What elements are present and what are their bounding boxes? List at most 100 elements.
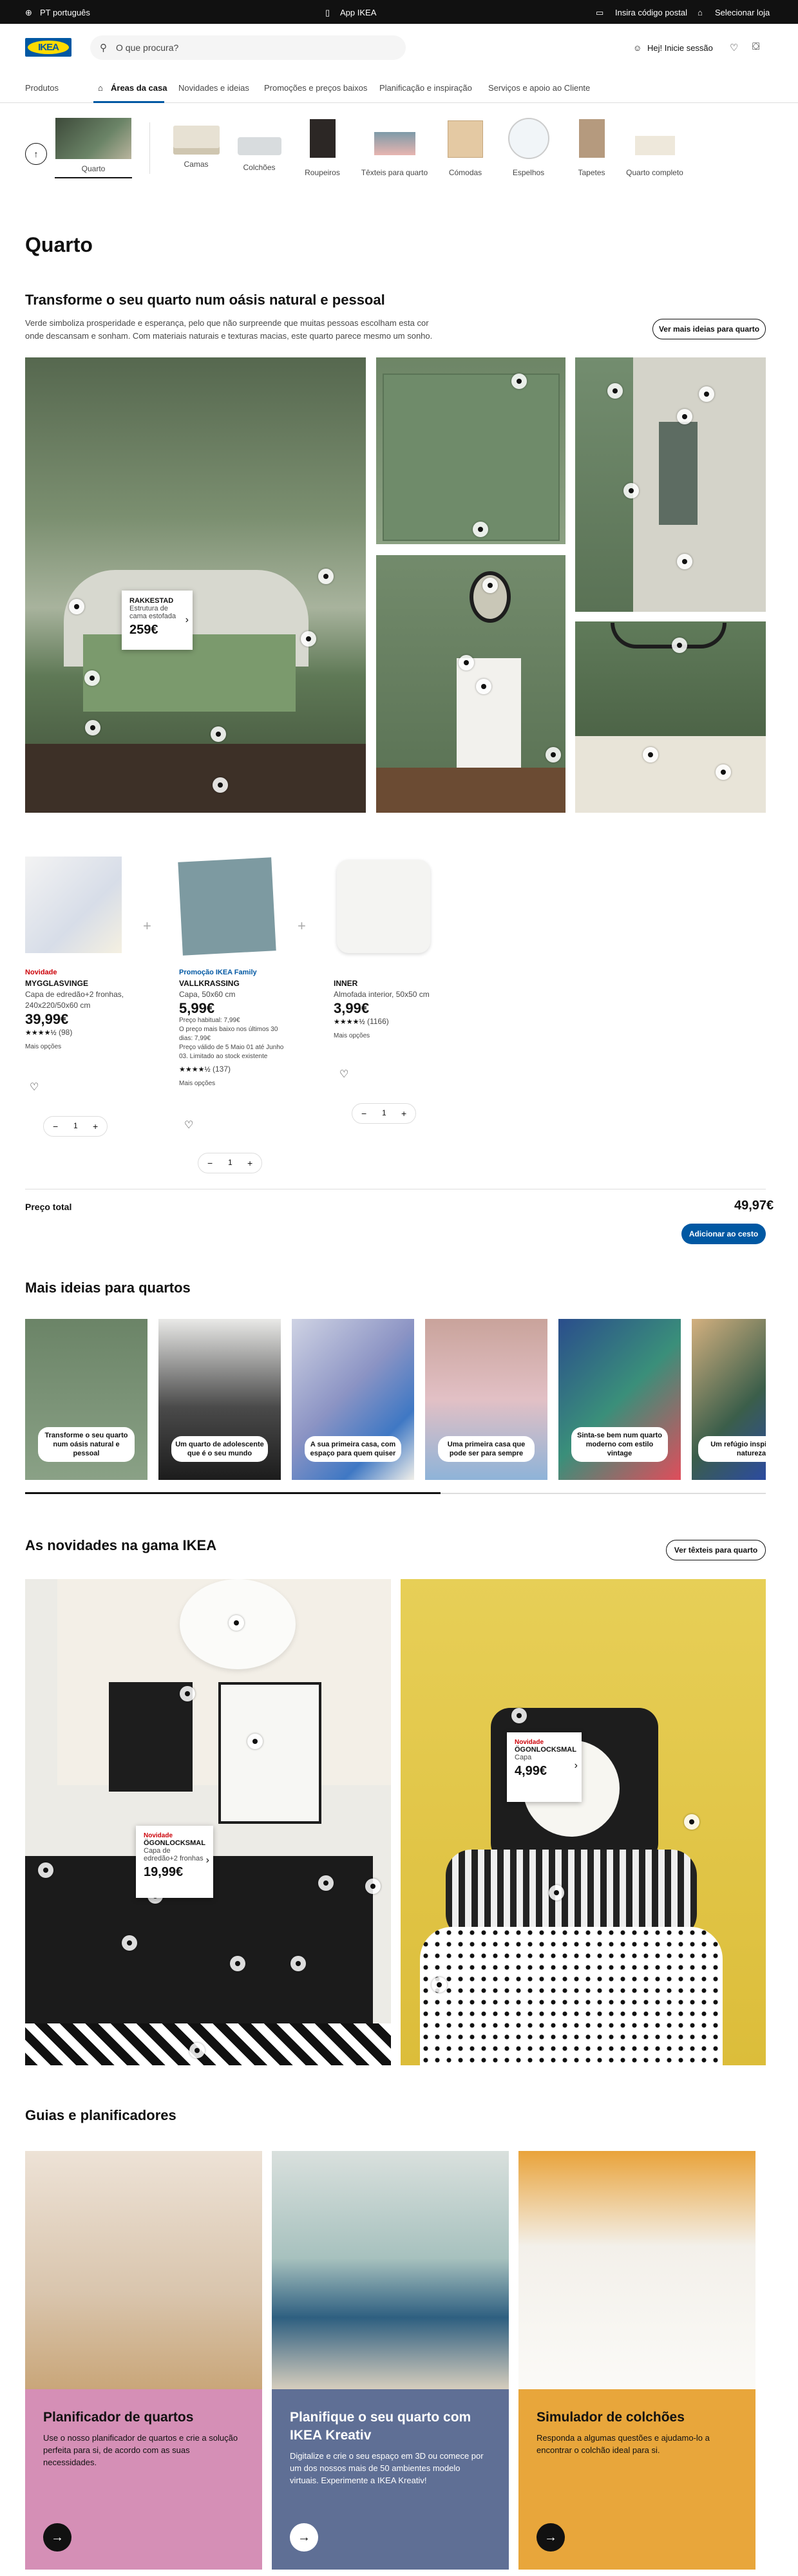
- hotspot[interactable]: [318, 569, 334, 584]
- category-colchoes[interactable]: Colchões: [225, 118, 293, 172]
- hotspot[interactable]: [229, 1615, 244, 1631]
- hotspot[interactable]: [365, 1879, 381, 1894]
- quantity-stepper[interactable]: −1 +: [352, 1103, 416, 1124]
- category-quarto-completo[interactable]: Quarto completo: [621, 118, 689, 177]
- category-quarto[interactable]: Quarto: [55, 118, 132, 178]
- tab-novidades[interactable]: Novidades e ideias: [178, 83, 249, 93]
- hotspot[interactable]: [643, 747, 658, 762]
- minus-icon[interactable]: −: [361, 1108, 366, 1119]
- idea-card[interactable]: Um refúgio inspirado na natureza: [692, 1319, 766, 1480]
- idea-card[interactable]: Um quarto de adolescente que é o seu mun…: [158, 1319, 281, 1480]
- tab-areas-da-casa[interactable]: Áreas da casa: [111, 83, 167, 93]
- plus-icon[interactable]: +: [247, 1158, 252, 1168]
- idea-card[interactable]: A sua primeira casa, com espaço para que…: [292, 1319, 414, 1480]
- heart-icon[interactable]: ♡: [730, 42, 738, 53]
- hotspot[interactable]: [189, 2043, 205, 2058]
- add-to-cart-button[interactable]: Adicionar ao cesto: [681, 1224, 766, 1244]
- tab-promocoes[interactable]: Promoções e preços baixos: [264, 83, 367, 93]
- arrow-up-icon[interactable]: ↑: [25, 143, 47, 165]
- idea-card[interactable]: Uma primeira casa que pode ser para semp…: [425, 1319, 547, 1480]
- hotspot[interactable]: [684, 1814, 699, 1830]
- login-link[interactable]: Hej! Inicie sessão: [647, 43, 713, 53]
- search-input[interactable]: ⚲ O que procura?: [90, 35, 406, 60]
- product-image-inner[interactable]: [337, 860, 430, 953]
- hotspot[interactable]: [473, 522, 488, 537]
- hotspot[interactable]: [511, 1708, 527, 1723]
- product-tag-rakkestad[interactable]: RAKKESTAD Estrutura de cama estofada 259…: [122, 591, 193, 650]
- hotspot[interactable]: [549, 1885, 564, 1900]
- guide-card-bedroom-planner[interactable]: Planificador de quartos Use o nosso plani…: [25, 2151, 262, 2570]
- hotspot[interactable]: [482, 578, 498, 593]
- favourite-heart-icon[interactable]: ♡: [339, 1068, 348, 1081]
- tab-planificacao[interactable]: Planificação e inspiração: [379, 83, 472, 93]
- country-code[interactable]: PT: [40, 8, 51, 17]
- favourite-heart-icon[interactable]: ♡: [30, 1081, 39, 1094]
- category-camas[interactable]: Camas: [162, 118, 230, 169]
- product-image-vallkrassing[interactable]: [178, 857, 276, 956]
- more-ideas-button[interactable]: Ver mais ideias para quarto: [652, 319, 766, 339]
- hotspot[interactable]: [211, 726, 226, 742]
- carousel-scrollbar[interactable]: [25, 1492, 441, 1494]
- hotspot[interactable]: [230, 1956, 245, 1971]
- hotspot[interactable]: [623, 483, 639, 498]
- hotspot[interactable]: [180, 1686, 195, 1701]
- arrow-right-icon[interactable]: →: [43, 2523, 71, 2552]
- quantity-stepper[interactable]: −1 +: [43, 1116, 108, 1137]
- category-espelhos[interactable]: Espelhos: [495, 118, 562, 177]
- hero-main-photo: RAKKESTAD Estrutura de cama estofada 259…: [25, 357, 366, 813]
- hotspot[interactable]: [476, 679, 491, 694]
- hotspot[interactable]: [318, 1875, 334, 1891]
- hotspot[interactable]: [511, 374, 527, 389]
- hotspot[interactable]: [607, 383, 623, 399]
- ikea-logo[interactable]: IKEA: [25, 38, 71, 57]
- hotspot[interactable]: [459, 655, 474, 670]
- hotspot[interactable]: [301, 631, 316, 647]
- minus-icon[interactable]: −: [207, 1158, 213, 1168]
- arrow-right-icon[interactable]: →: [537, 2523, 565, 2552]
- tab-servicos[interactable]: Serviços e apoio ao Cliente: [488, 83, 590, 93]
- hotspot[interactable]: [290, 1956, 306, 1971]
- textiles-button[interactable]: Ver têxteis para quarto: [666, 1540, 766, 1560]
- category-texteis[interactable]: Têxteis para quarto: [357, 118, 432, 177]
- arrow-right-icon[interactable]: →: [290, 2523, 318, 2552]
- idea-card[interactable]: Transforme o seu quarto num oásis natura…: [25, 1319, 147, 1480]
- tab-produtos[interactable]: Produtos: [25, 83, 59, 93]
- product-card-mygglasvinge: Novidade MYGGLASVINGE Capa de edredão+2 …: [25, 969, 124, 1050]
- hotspot[interactable]: [85, 720, 100, 735]
- postal-code-link[interactable]: Insira código postal: [615, 8, 687, 17]
- category-roupeiros[interactable]: Roupeiros: [289, 118, 356, 177]
- guide-card-mattress-simulator[interactable]: Simulador de colchões Responda a algumas …: [518, 2151, 755, 2570]
- category-tapetes[interactable]: Tapetes: [558, 118, 625, 177]
- hotspot[interactable]: [213, 777, 228, 793]
- hotspot[interactable]: [69, 599, 84, 614]
- hotspot[interactable]: [38, 1862, 53, 1878]
- hotspot[interactable]: [677, 409, 692, 424]
- hotspot[interactable]: [716, 764, 731, 780]
- hotspot[interactable]: [677, 554, 692, 569]
- hotspot[interactable]: [247, 1734, 263, 1749]
- basket-icon[interactable]: ⛋: [752, 41, 759, 52]
- minus-icon[interactable]: −: [53, 1121, 58, 1132]
- set-quantity-stepper[interactable]: −1 +: [198, 1153, 262, 1173]
- favourite-heart-icon[interactable]: ♡: [184, 1119, 193, 1132]
- plus-icon[interactable]: +: [401, 1108, 406, 1119]
- hotspot[interactable]: [699, 386, 714, 402]
- plus-icon[interactable]: +: [93, 1121, 98, 1132]
- globe-icon[interactable]: ⊕: [25, 8, 32, 18]
- product-tag-ogonlocksmal-capa[interactable]: Novidade ÖGONLOCKSMAL Capa 4,99€ ›: [507, 1732, 582, 1802]
- store-selector[interactable]: Selecionar loja: [715, 8, 770, 17]
- hero-photo-dresser: [376, 555, 565, 813]
- hotspot[interactable]: [546, 747, 561, 762]
- hotspot[interactable]: [122, 1935, 137, 1951]
- product-tag-ogonlocksmal[interactable]: Novidade ÖGONLOCKSMAL Capa de edredão+2 …: [136, 1826, 213, 1898]
- guide-card-ikea-kreativ[interactable]: Planifique o seu quarto com IKEA Kreativ…: [272, 2151, 509, 2570]
- user-icon[interactable]: ☺: [633, 43, 641, 53]
- hotspot[interactable]: [432, 1977, 447, 1993]
- product-image-mygglasvinge[interactable]: [25, 857, 122, 953]
- category-comodas[interactable]: Cómodas: [432, 118, 499, 177]
- app-link[interactable]: App IKEA: [340, 8, 376, 17]
- idea-card[interactable]: Sinta-se bem num quarto moderno com esti…: [558, 1319, 681, 1480]
- language-selector[interactable]: português: [53, 8, 90, 17]
- hotspot[interactable]: [672, 638, 687, 653]
- hotspot[interactable]: [84, 670, 100, 686]
